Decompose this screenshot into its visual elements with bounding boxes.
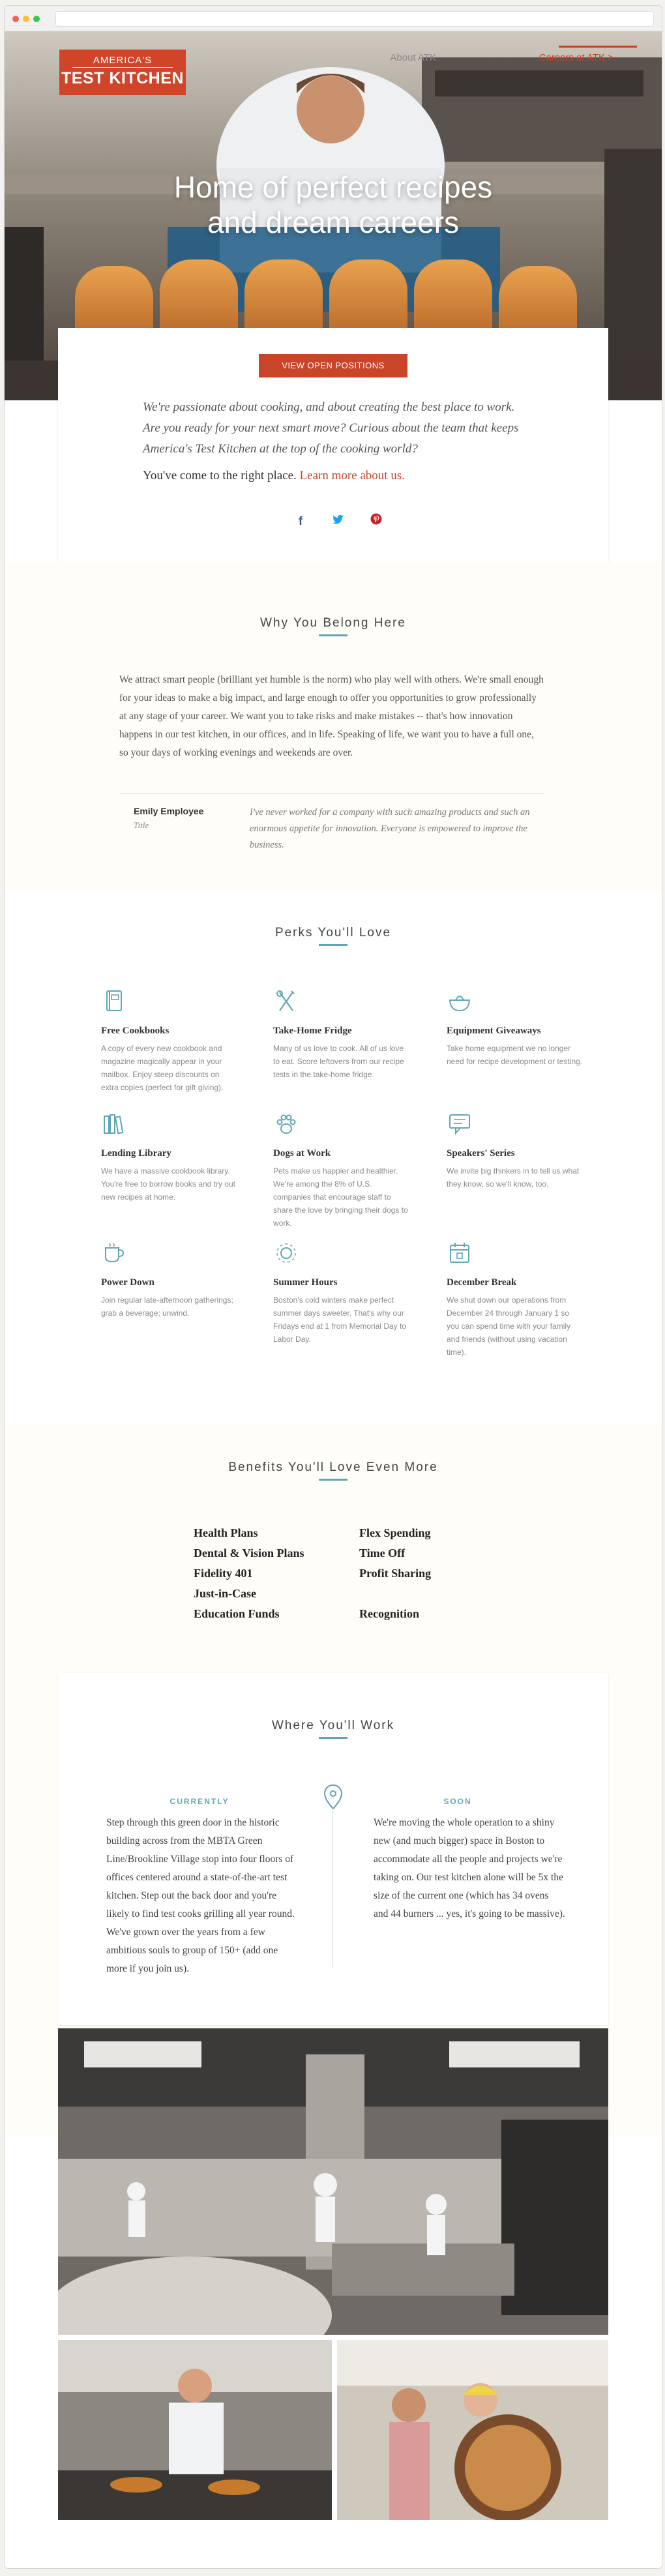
perk-item: Summer Hours Boston's cold winters make … xyxy=(273,1240,410,1346)
employee-title: Title xyxy=(134,820,149,830)
book-icon xyxy=(106,990,122,1011)
address-bar[interactable] xyxy=(55,11,654,27)
hero-title: Home of perfect recipes and dream career… xyxy=(5,170,662,240)
minimize-window-button[interactable] xyxy=(23,16,29,22)
speech-bubble-icon xyxy=(449,1114,470,1135)
perk-item: Power Down Join regular late-afternoon g… xyxy=(101,1240,238,1320)
section-divider xyxy=(319,1479,347,1481)
where-you-work-card: Where You'll Work CURRENTLY Step through… xyxy=(58,1673,608,2025)
perk-title: Summer Hours xyxy=(273,1277,338,1288)
benefit-item: Education Funds xyxy=(194,1607,280,1620)
benefit-item: Flex Spending xyxy=(359,1526,431,1539)
maximize-window-button[interactable] xyxy=(33,16,40,22)
learn-more-link[interactable]: Learn more about us. xyxy=(300,469,405,482)
perk-description: We have a massive cookbook library. You'… xyxy=(101,1166,235,1202)
intro-subtext-lead: You've come to the right place. xyxy=(143,469,297,482)
library-books-icon xyxy=(104,1114,124,1134)
perk-item: December Break We shut down our operatio… xyxy=(447,1240,584,1359)
view-open-positions-button[interactable]: VIEW OPEN POSITIONS xyxy=(259,354,407,378)
benefit-item: Time Off xyxy=(359,1547,406,1560)
perk-item: Lending Library We have a massive cookbo… xyxy=(101,1111,238,1204)
perk-description: We shut down our operations from Decembe… xyxy=(447,1295,571,1357)
benefit-item: Just-in-Case xyxy=(194,1587,257,1600)
perk-title: Speakers' Series xyxy=(447,1148,515,1159)
section-divider xyxy=(319,944,347,946)
nav-careers-at-atk[interactable]: Careers at ATK > xyxy=(522,52,613,63)
section-title: Where You'll Work xyxy=(271,1719,395,1732)
share-icons: f xyxy=(280,513,397,533)
nav-about-atk[interactable]: About ATK xyxy=(358,52,436,63)
perk-item: Dogs at Work Pets make us happier and he… xyxy=(273,1111,410,1230)
perk-item: Speakers' Series We invite big thinkers … xyxy=(447,1111,584,1191)
section-title: Why You Belong Here xyxy=(260,616,406,630)
soon-text: We're moving the whole operation to a sh… xyxy=(374,1817,565,1919)
logo-line1: AMERICA'S xyxy=(93,55,153,66)
sun-icon xyxy=(276,1243,296,1263)
test-kitchen-photo xyxy=(58,2028,608,2335)
atk-logo[interactable]: AMERICA'S TEST KITCHEN xyxy=(59,50,186,95)
close-window-button[interactable] xyxy=(12,16,19,22)
hero-title-line1: Home of perfect recipes xyxy=(173,170,493,204)
facebook-icon[interactable]: f xyxy=(293,513,308,529)
paw-icon xyxy=(276,1114,296,1134)
section-title: Perks You'll Love xyxy=(274,926,392,940)
perk-title: Take-Home Fridge xyxy=(273,1026,352,1036)
perks-section: Perks You'll Love Free Cookbooks A copy … xyxy=(5,891,662,1425)
why-you-belong-section: Why You Belong Here We attract smart peo… xyxy=(5,561,662,891)
column-divider xyxy=(332,1811,333,1968)
calendar-icon xyxy=(450,1243,469,1263)
perk-title: Equipment Giveaways xyxy=(447,1026,541,1036)
currently-text: Step through this green door in the hist… xyxy=(106,1817,295,1974)
perk-title: Dogs at Work xyxy=(273,1148,331,1159)
perk-title: December Break xyxy=(447,1277,517,1288)
benefit-item: Recognition xyxy=(359,1607,419,1620)
intro-subtext: You've come to the right place. Learn mo… xyxy=(143,469,534,483)
employee-testimonial: Emily Employee Title I've never worked f… xyxy=(119,793,544,850)
soon-label: SOON xyxy=(443,1797,472,1806)
employee-name: Emily Employee xyxy=(134,806,204,816)
perk-item: Free Cookbooks A copy of every new cookb… xyxy=(101,988,238,1094)
twitter-icon[interactable] xyxy=(331,513,346,529)
benefit-item: Health Plans xyxy=(194,1526,258,1539)
section-divider xyxy=(319,634,347,636)
benefits-column-right: Flex Spending Time Off Profit Sharing Re… xyxy=(359,1523,431,1624)
benefit-item: Fidelity 401 xyxy=(194,1567,253,1580)
perk-description: Take home equipment we no longer need fo… xyxy=(447,1044,583,1066)
benefit-item: Dental & Vision Plans xyxy=(194,1547,304,1560)
benefits-column-left: Health Plans Dental & Vision Plans Fidel… xyxy=(194,1523,304,1624)
benefit-item xyxy=(359,1584,431,1604)
perk-description: Join regular late-afternoon gatherings; … xyxy=(101,1295,233,1318)
benefit-item: Profit Sharing xyxy=(359,1567,432,1580)
perk-title: Free Cookbooks xyxy=(101,1026,170,1036)
coffee-cup-icon xyxy=(105,1243,125,1263)
perk-description: Boston's cold winters make perfect summe… xyxy=(273,1295,407,1344)
belong-body-text: We attract smart people (brilliant yet h… xyxy=(119,674,544,758)
logo-line2: TEST KITCHEN xyxy=(61,69,184,87)
location-pin-icon xyxy=(323,1784,343,1810)
perk-description: Pets make us happier and healthier. We'r… xyxy=(273,1166,408,1228)
mixing-bowl-icon xyxy=(449,996,471,1012)
chef-cooking-photo xyxy=(58,2340,332,2520)
perk-title: Lending Library xyxy=(101,1148,171,1159)
currently-label: CURRENTLY xyxy=(170,1797,229,1806)
perk-item: Take-Home Fridge Many of us love to cook… xyxy=(273,988,410,1081)
employee-quote: I've never worked for a company with suc… xyxy=(250,807,530,850)
section-divider xyxy=(319,1737,347,1739)
perk-description: We invite big thinkers in to tell us wha… xyxy=(447,1166,580,1189)
utensils-icon xyxy=(276,990,295,1011)
logo-rule xyxy=(72,67,173,68)
intro-card: VIEW OPEN POSITIONS We're passionate abo… xyxy=(58,328,608,561)
browser-chrome xyxy=(5,6,662,31)
staff-portrait-photo xyxy=(337,2340,608,2520)
perk-title: Power Down xyxy=(101,1277,155,1288)
intro-text: We're passionate about cooking, and abou… xyxy=(143,400,519,456)
nav-active-indicator xyxy=(559,46,637,48)
pinterest-icon[interactable] xyxy=(368,513,384,529)
browser-window: AMERICA'S TEST KITCHEN About ATK Careers… xyxy=(4,5,662,2569)
perk-description: Many of us love to cook. All of us love … xyxy=(273,1044,404,1079)
hero-title-line2: and dream careers xyxy=(207,205,460,239)
perk-item: Equipment Giveaways Take home equipment … xyxy=(447,988,584,1068)
section-title: Benefits You'll Love Even More xyxy=(228,1460,438,1474)
perk-description: A copy of every new cookbook and magazin… xyxy=(101,1044,224,1092)
